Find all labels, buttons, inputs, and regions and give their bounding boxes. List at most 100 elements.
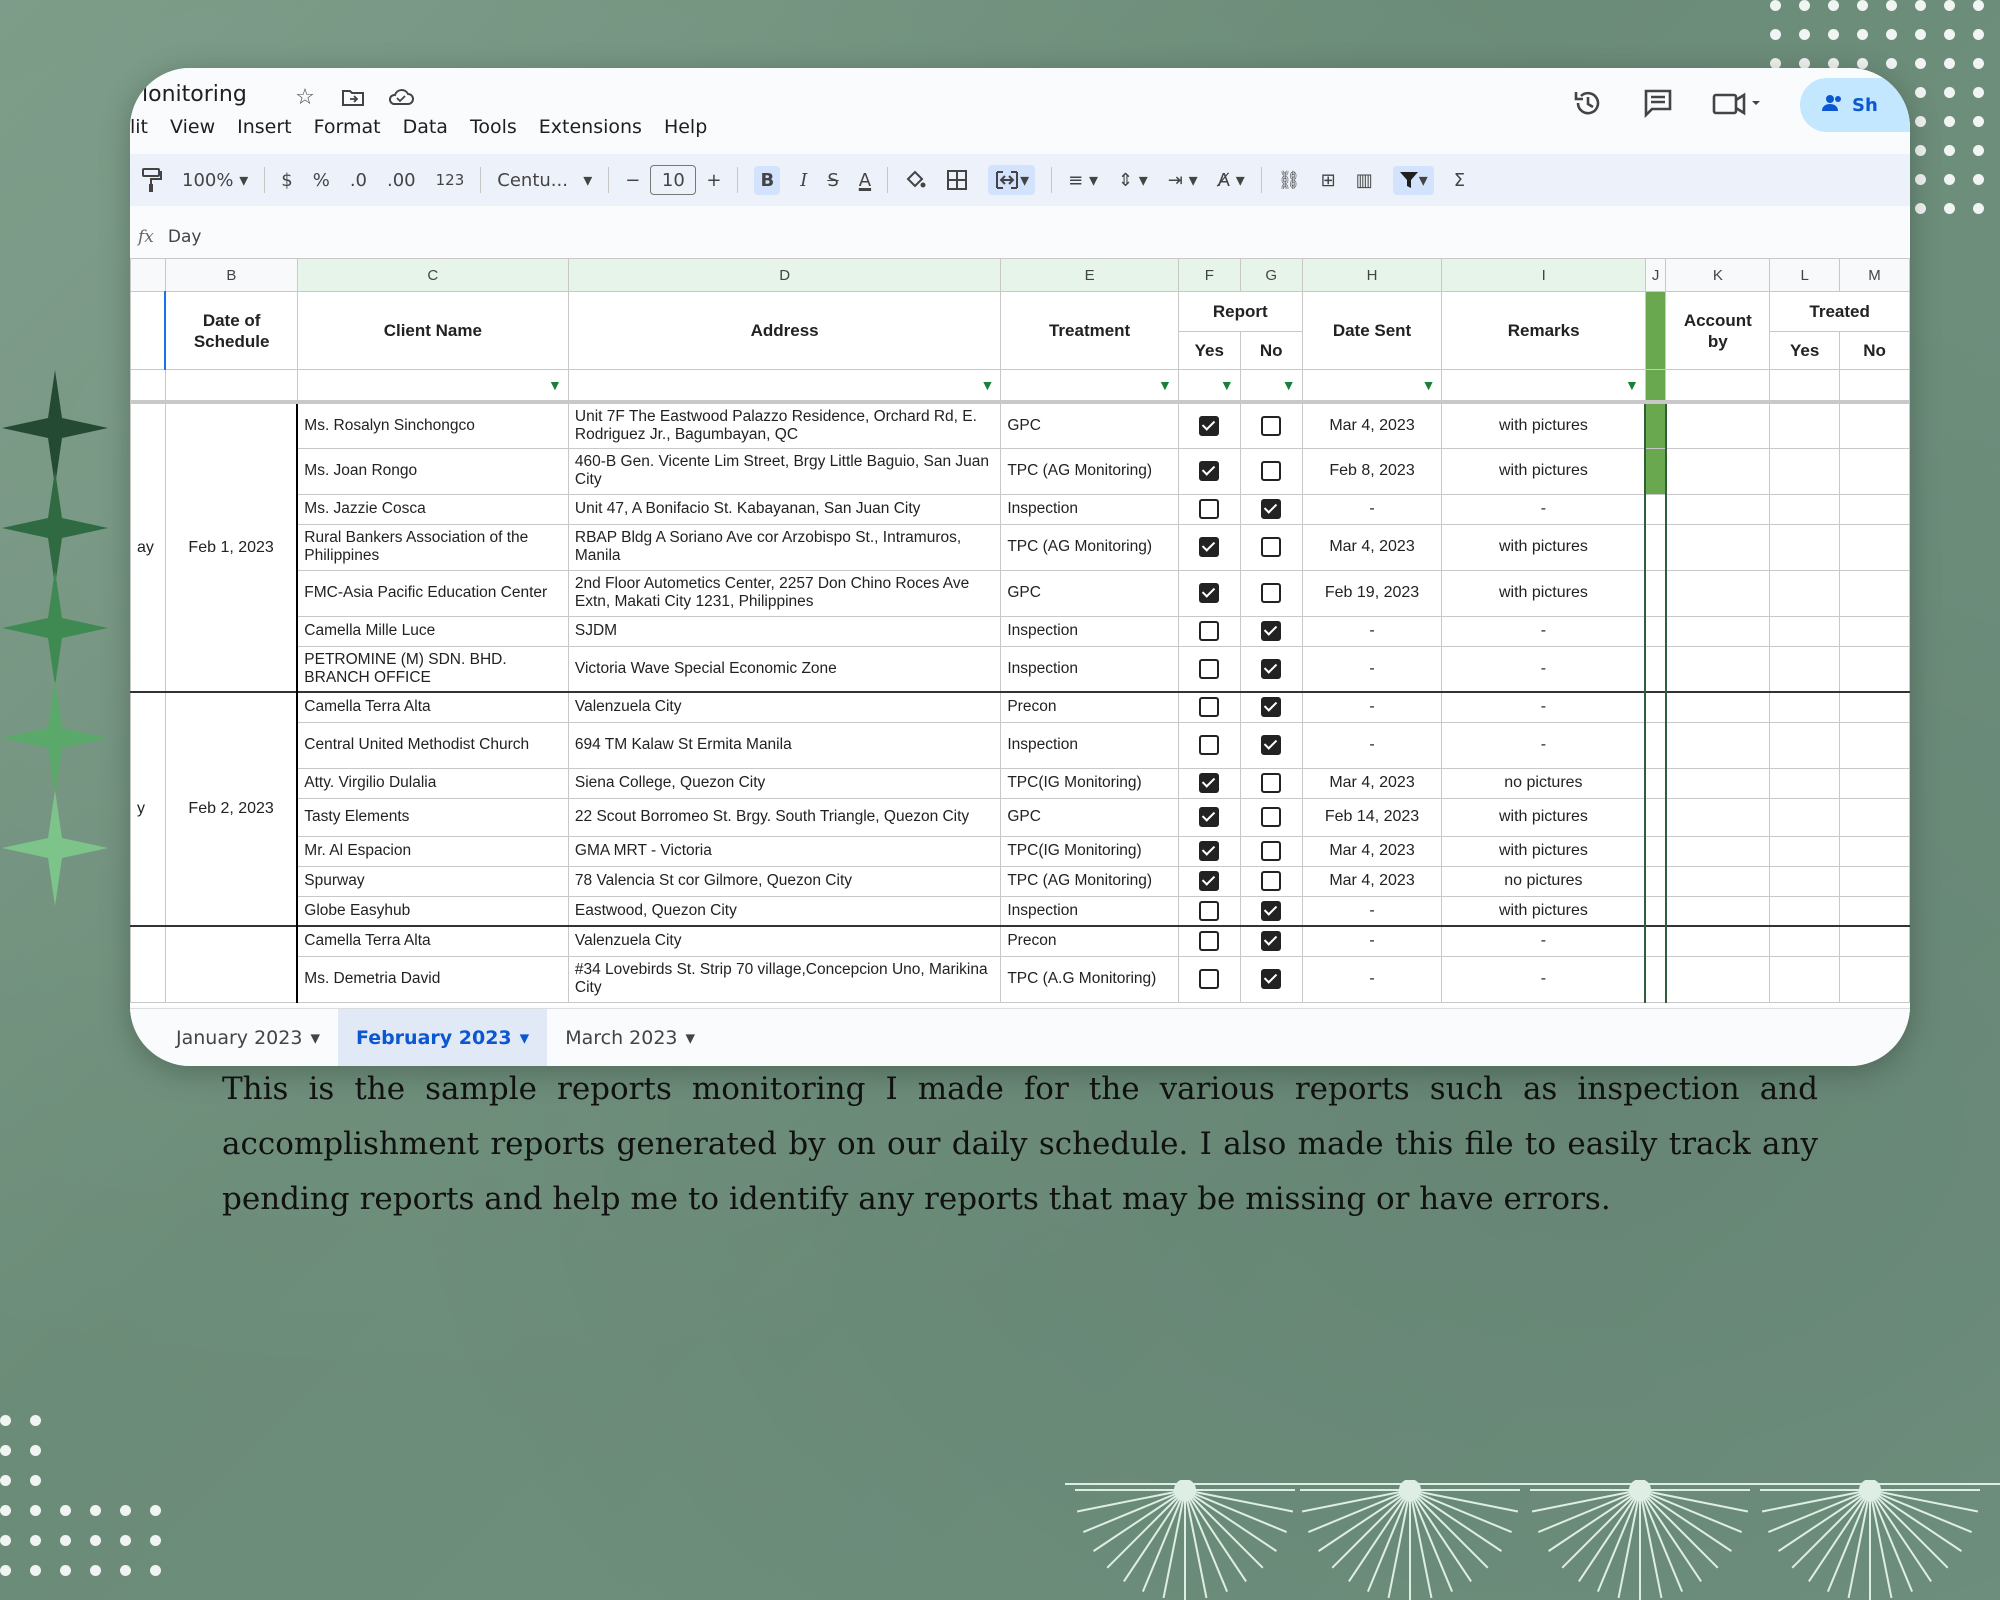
filter-icon[interactable]: ▼ bbox=[980, 377, 994, 393]
cell[interactable] bbox=[1839, 369, 1910, 403]
column-header[interactable] bbox=[130, 258, 166, 292]
report-no-checkbox[interactable] bbox=[1261, 841, 1282, 861]
day-cell[interactable]: ay bbox=[130, 401, 166, 693]
client-cell[interactable]: Ms. Jazzie Cosca bbox=[296, 493, 569, 525]
day-cell[interactable] bbox=[130, 925, 166, 1003]
report-no-checkbox[interactable] bbox=[1261, 415, 1282, 436]
report-no-cell[interactable] bbox=[1239, 955, 1303, 1003]
treated-yes-cell[interactable] bbox=[1769, 401, 1841, 449]
cell[interactable]: ▼ bbox=[296, 369, 569, 403]
client-cell[interactable]: Globe Easyhub bbox=[296, 895, 569, 927]
treated-no-cell[interactable] bbox=[1839, 447, 1910, 495]
meet-icon[interactable] bbox=[1712, 87, 1762, 123]
account-by-cell[interactable] bbox=[1665, 615, 1771, 647]
client-cell[interactable]: FMC-Asia Pacific Education Center bbox=[296, 569, 569, 617]
column-header[interactable]: G bbox=[1239, 258, 1303, 292]
client-cell[interactable]: Ms. Joan Rongo bbox=[296, 447, 569, 495]
report-no-checkbox[interactable] bbox=[1261, 871, 1282, 891]
treatment-cell[interactable]: Inspection bbox=[1000, 895, 1179, 927]
filter-icon[interactable]: ▼ bbox=[1282, 377, 1296, 393]
date-cell[interactable] bbox=[164, 925, 298, 1003]
remarks-cell[interactable]: with pictures bbox=[1441, 447, 1646, 495]
treated-no-cell[interactable] bbox=[1839, 955, 1910, 1003]
report-yes-checkbox[interactable] bbox=[1199, 583, 1220, 603]
column-header[interactable]: L bbox=[1769, 258, 1841, 292]
date-sent-cell[interactable]: Mar 4, 2023 bbox=[1301, 865, 1443, 897]
report-no-cell[interactable] bbox=[1239, 925, 1303, 957]
functions-icon[interactable]: Σ bbox=[1454, 170, 1465, 191]
sheet-grid[interactable]: B C D E F G H I J K L M Date of Schedule… bbox=[130, 258, 1910, 1006]
report-no-checkbox[interactable] bbox=[1261, 461, 1282, 481]
report-yes-cell[interactable] bbox=[1177, 523, 1241, 571]
report-yes-cell[interactable] bbox=[1177, 447, 1241, 495]
increase-font-size-button[interactable]: + bbox=[706, 170, 721, 191]
treated-no-cell[interactable] bbox=[1839, 493, 1910, 525]
client-cell[interactable]: Camella Terra Alta bbox=[296, 691, 569, 723]
date-sent-cell[interactable]: - bbox=[1301, 721, 1443, 769]
client-cell[interactable]: Camella Mille Luce bbox=[296, 615, 569, 647]
treated-no-cell[interactable] bbox=[1839, 569, 1910, 617]
account-by-cell[interactable] bbox=[1665, 865, 1771, 897]
horizontal-align-icon[interactable]: ≡ ▾ bbox=[1068, 170, 1098, 191]
report-yes-cell[interactable] bbox=[1177, 645, 1241, 693]
account-by-cell[interactable] bbox=[1665, 955, 1771, 1003]
insert-chart-icon[interactable]: ▥ bbox=[1356, 170, 1373, 191]
address-cell[interactable]: 22 Scout Borromeo St. Brgy. South Triang… bbox=[567, 797, 1002, 837]
remarks-cell[interactable]: with pictures bbox=[1441, 797, 1646, 837]
document-title[interactable]: lonitoring bbox=[142, 82, 247, 107]
client-cell[interactable]: Central United Methodist Church bbox=[296, 721, 569, 769]
treated-yes-cell[interactable] bbox=[1769, 955, 1841, 1003]
insert-comment-icon[interactable]: ⊞ bbox=[1321, 170, 1336, 191]
report-no-cell[interactable] bbox=[1239, 523, 1303, 571]
report-no-checkbox[interactable] bbox=[1261, 900, 1282, 921]
treatment-cell[interactable]: TPC(IG Monitoring) bbox=[1000, 835, 1179, 867]
treated-yes-cell[interactable] bbox=[1769, 925, 1841, 957]
column-header[interactable]: I bbox=[1441, 258, 1646, 292]
address-cell[interactable]: 460-B Gen. Vicente Lim Street, Brgy Litt… bbox=[567, 447, 1002, 495]
cell[interactable] bbox=[1769, 369, 1841, 403]
remarks-cell[interactable]: no pictures bbox=[1441, 767, 1646, 799]
header-date-of-schedule[interactable]: Date of Schedule bbox=[164, 291, 298, 370]
report-yes-cell[interactable] bbox=[1177, 401, 1241, 449]
tab-march-2023[interactable]: March 2023 ▾ bbox=[547, 1009, 713, 1066]
address-cell[interactable]: 2nd Floor Autometics Center, 2257 Don Ch… bbox=[567, 569, 1002, 617]
client-cell[interactable]: Ms. Demetria David bbox=[296, 955, 569, 1003]
date-sent-cell[interactable]: Feb 14, 2023 bbox=[1301, 797, 1443, 837]
address-cell[interactable]: Valenzuela City bbox=[567, 691, 1002, 723]
client-cell[interactable]: Camella Terra Alta bbox=[296, 925, 569, 957]
decrease-decimal-button[interactable]: .0 bbox=[350, 170, 367, 191]
treatment-cell[interactable]: Precon bbox=[1000, 691, 1179, 723]
report-no-cell[interactable] bbox=[1239, 865, 1303, 897]
insert-link-icon[interactable]: ⛓ bbox=[1278, 170, 1301, 191]
date-sent-cell[interactable]: - bbox=[1301, 895, 1443, 927]
address-cell[interactable]: 694 TM Kalaw St Ermita Manila bbox=[567, 721, 1002, 769]
address-cell[interactable]: Unit 47, A Bonifacio St. Kabayanan, San … bbox=[567, 493, 1002, 525]
account-by-cell[interactable] bbox=[1665, 447, 1771, 495]
remarks-cell[interactable]: - bbox=[1441, 721, 1646, 769]
remarks-cell[interactable]: with pictures bbox=[1441, 569, 1646, 617]
date-sent-cell[interactable]: Feb 19, 2023 bbox=[1301, 569, 1443, 617]
move-folder-icon[interactable] bbox=[340, 84, 366, 110]
date-sent-cell[interactable]: Mar 4, 2023 bbox=[1301, 401, 1443, 449]
menu-insert[interactable]: Insert bbox=[237, 116, 292, 138]
fill-color-icon[interactable] bbox=[904, 169, 926, 191]
report-no-checkbox[interactable] bbox=[1261, 583, 1282, 603]
comments-icon[interactable] bbox=[1642, 87, 1674, 123]
treated-yes-cell[interactable] bbox=[1769, 615, 1841, 647]
report-no-cell[interactable] bbox=[1239, 691, 1303, 723]
header-date-sent[interactable]: Date Sent bbox=[1301, 291, 1443, 370]
report-no-checkbox[interactable] bbox=[1261, 499, 1282, 519]
address-cell[interactable]: GMA MRT - Victoria bbox=[567, 835, 1002, 867]
column-header[interactable]: C bbox=[296, 258, 569, 292]
report-yes-checkbox[interactable] bbox=[1199, 537, 1220, 557]
date-cell[interactable]: Feb 2, 2023 bbox=[164, 691, 298, 927]
tab-january-2023[interactable]: January 2023 ▾ bbox=[130, 1009, 338, 1066]
filter-icon[interactable]: ▼ bbox=[548, 377, 562, 393]
treated-yes-cell[interactable] bbox=[1769, 895, 1841, 927]
account-by-cell[interactable] bbox=[1665, 401, 1771, 449]
report-yes-checkbox[interactable] bbox=[1199, 735, 1220, 755]
cloud-status-icon[interactable] bbox=[388, 84, 414, 110]
report-yes-cell[interactable] bbox=[1177, 955, 1241, 1003]
treated-no-cell[interactable] bbox=[1839, 865, 1910, 897]
address-cell[interactable]: 78 Valencia St cor Gilmore, Quezon City bbox=[567, 865, 1002, 897]
